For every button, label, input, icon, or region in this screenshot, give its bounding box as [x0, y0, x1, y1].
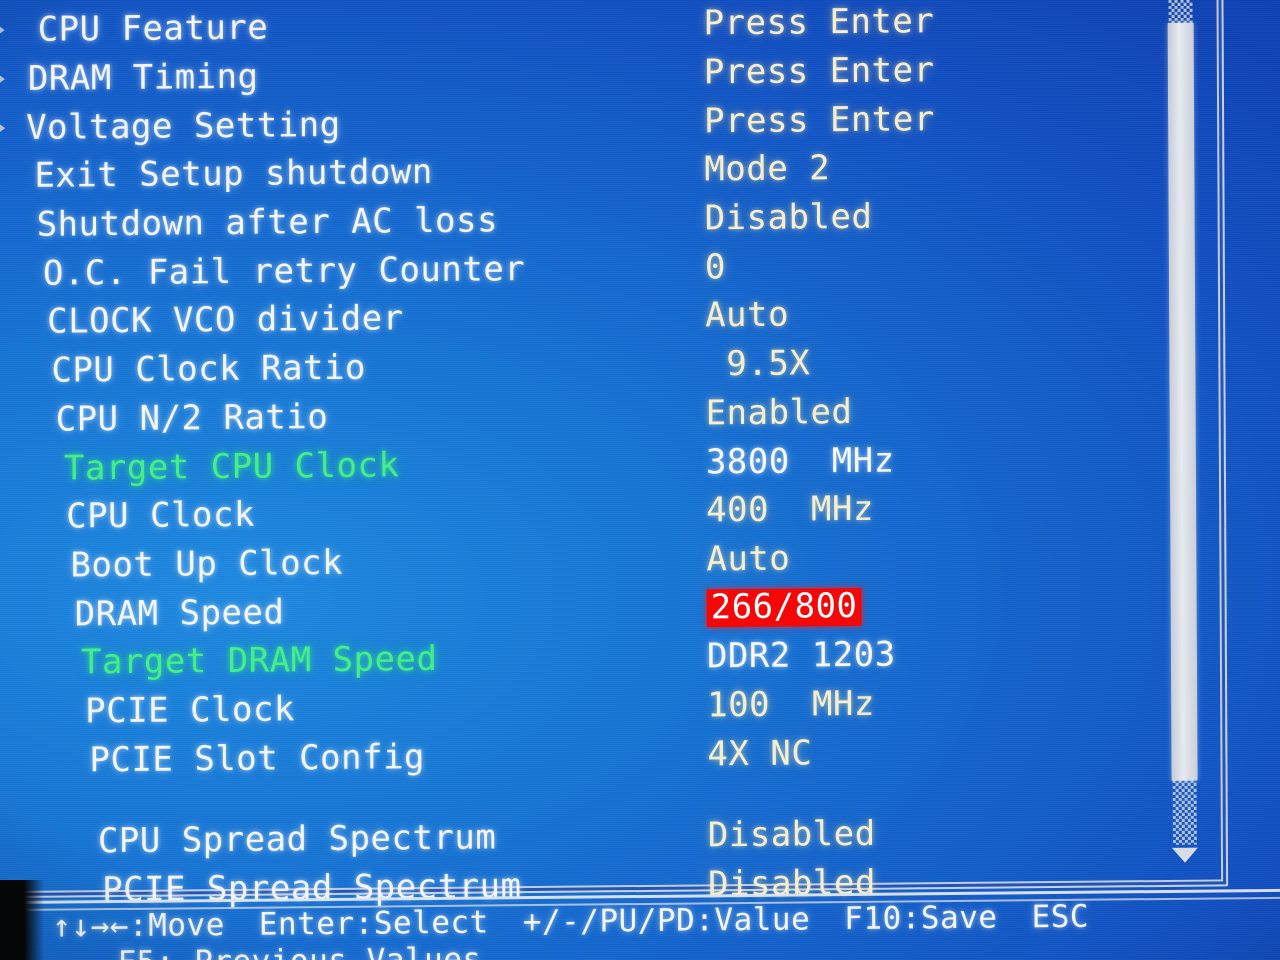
hotkey-hint: ESC [1031, 898, 1090, 936]
setting-label: Exit Setup shutdown [34, 152, 433, 197]
settings-list: CPU Feature Press Enter DRAM Timing Press E… [0, 0, 1182, 916]
help-bar: ↑↓→←:Move Enter:Select +/-/PU/PD:Value F10:… [2, 897, 1280, 960]
setting-label: DRAM Speed [74, 592, 285, 635]
setting-value[interactable]: Press Enter [704, 50, 935, 92]
setting-label: CPU Clock [66, 494, 256, 537]
setting-label: Target DRAM Speed [80, 639, 438, 683]
setting-value[interactable]: Auto [706, 538, 790, 579]
hotkey-hint: F10:Save [844, 899, 998, 938]
submenu-arrow-icon [0, 68, 5, 91]
setting-value[interactable]: 400 MHz [706, 489, 874, 531]
setting-value[interactable]: 9.5X [705, 344, 810, 385]
setting-label: O.C. Fail retry Counter [42, 248, 526, 294]
setting-value[interactable]: 4X NC [707, 733, 812, 774]
vertical-scrollbar[interactable] [1165, 0, 1202, 863]
setting-label: DRAM Timing [27, 56, 259, 99]
setting-label: Target CPU Clock [63, 444, 400, 489]
hotkey-hint: F5: Previous Values [117, 942, 481, 960]
setting-label: CPU N/2 Ratio [55, 396, 329, 440]
setting-value[interactable]: DDR2 1203 [707, 635, 896, 677]
photo-edge-shadow [0, 880, 44, 960]
setting-value-selected[interactable]: 266/800 [706, 586, 862, 627]
submenu-arrow-icon [0, 19, 5, 42]
setting-value[interactable]: Disabled [705, 197, 873, 239]
setting-label: Boot Up Clock [70, 542, 344, 586]
setting-value[interactable]: 0 [705, 247, 726, 287]
setting-value[interactable]: Auto [705, 295, 789, 336]
setting-label: Shutdown after AC loss [36, 200, 499, 245]
submenu-arrow-icon [0, 116, 6, 139]
setting-value[interactable]: Disabled [708, 814, 876, 856]
hotkey-hint: Enter:Select [258, 904, 489, 943]
setting-value[interactable]: 3800 MHz [706, 440, 895, 482]
bios-setup-screen: CPU Feature Press Enter DRAM Timing Press E… [0, 0, 1280, 960]
scrollbar-thumb[interactable] [1167, 22, 1198, 781]
setting-label: PCIE Clock [85, 689, 296, 732]
setting-label: CPU Clock Ratio [51, 347, 367, 391]
setting-value[interactable]: Enabled [706, 392, 853, 433]
setting-value[interactable]: Press Enter [704, 1, 935, 43]
hotkey-hint: +/-/PU/PD:Value [522, 901, 811, 941]
setting-label: CPU Spread Spectrum [97, 817, 497, 862]
setting-label: CLOCK VCO divider [47, 298, 404, 343]
setting-label: PCIE Slot Config [89, 736, 426, 780]
scroll-down-arrow-icon[interactable] [1171, 847, 1199, 863]
setting-value[interactable]: Mode 2 [704, 149, 830, 190]
setting-value[interactable]: 100 MHz [707, 684, 875, 726]
setting-label: CPU Feature [37, 7, 269, 51]
setting-value[interactable]: Press Enter [704, 99, 935, 141]
hotkey-hint: ↑↓→←:Move [52, 907, 225, 945]
setting-label: Voltage Setting [26, 104, 341, 148]
